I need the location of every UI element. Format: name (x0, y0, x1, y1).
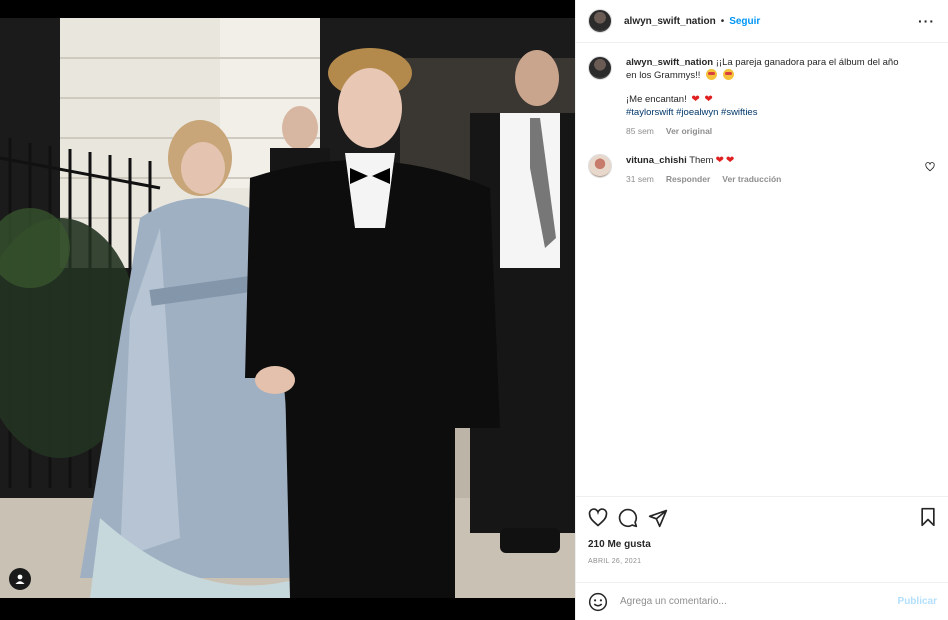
heart-icon[interactable] (588, 508, 608, 528)
caption: alwyn_swift_nation ¡¡La pareja ganadora … (588, 56, 937, 138)
bookmark-icon[interactable] (919, 507, 937, 527)
caption-username[interactable]: alwyn_swift_nation (626, 57, 713, 68)
emoji-icon[interactable] (588, 592, 608, 612)
publish-button[interactable]: Publicar (898, 596, 937, 607)
comment-icon[interactable] (618, 508, 638, 528)
reply-button[interactable]: Responder (666, 173, 710, 186)
post-details-panel: alwyn_swift_nation • Seguir ··· alwyn_sw… (575, 0, 948, 620)
likes-count[interactable]: 210 Me gusta (588, 539, 937, 550)
post-header: alwyn_swift_nation • Seguir ··· (576, 0, 948, 43)
see-translation-link[interactable]: Ver traducción (722, 173, 781, 186)
red-heart-icon: ❤ (715, 155, 724, 166)
see-original-link[interactable]: Ver original (666, 125, 712, 138)
avatar[interactable] (588, 9, 612, 33)
comment-time[interactable]: 31 sem (626, 173, 654, 186)
red-heart-icon: ❤ (725, 155, 735, 166)
caption-text-line2: en los Grammys!! (626, 70, 701, 81)
hugging-emoji-icon (706, 69, 718, 80)
caption-text-line1: ¡¡La pareja ganadora para el álbum del a… (715, 57, 899, 68)
comment-item: vituna_chishi Them ❤ ❤ 31 sem Responder Ve… (588, 154, 937, 186)
post-actions: 210 Me gusta ABRIL 26, 2021 (576, 496, 948, 582)
tag-user-icon[interactable] (9, 568, 31, 590)
caption-text-line3: ¡Me encantan! (626, 94, 687, 105)
comment-text: Them (689, 155, 714, 166)
caption-hashtags[interactable]: #taylorswift #joealwyn #swifties (626, 106, 926, 119)
avatar[interactable] (588, 56, 612, 80)
post-photo (0, 18, 575, 598)
follow-button[interactable]: Seguir (729, 16, 760, 27)
share-icon[interactable] (648, 508, 668, 528)
avatar[interactable] (588, 154, 612, 178)
caption-time[interactable]: 85 sem (626, 125, 654, 138)
add-comment-bar: Publicar (576, 582, 948, 620)
comment-input[interactable] (620, 596, 898, 607)
red-heart-icon: ❤ (691, 94, 700, 105)
red-heart-icon: ❤ (704, 94, 713, 105)
post-media[interactable] (0, 0, 575, 620)
post-modal: alwyn_swift_nation • Seguir ··· alwyn_sw… (0, 0, 948, 620)
more-options-icon[interactable]: ··· (918, 13, 935, 29)
post-author-username[interactable]: alwyn_swift_nation (624, 16, 716, 27)
post-date[interactable]: ABRIL 26, 2021 (588, 558, 937, 565)
comments-list: alwyn_swift_nation ¡¡La pareja ganadora … (576, 44, 948, 496)
like-comment-heart-icon[interactable] (925, 162, 935, 172)
comment-username[interactable]: vituna_chishi (626, 155, 687, 166)
heart-eyes-emoji-icon (722, 69, 734, 80)
separator-dot: • (720, 15, 725, 27)
